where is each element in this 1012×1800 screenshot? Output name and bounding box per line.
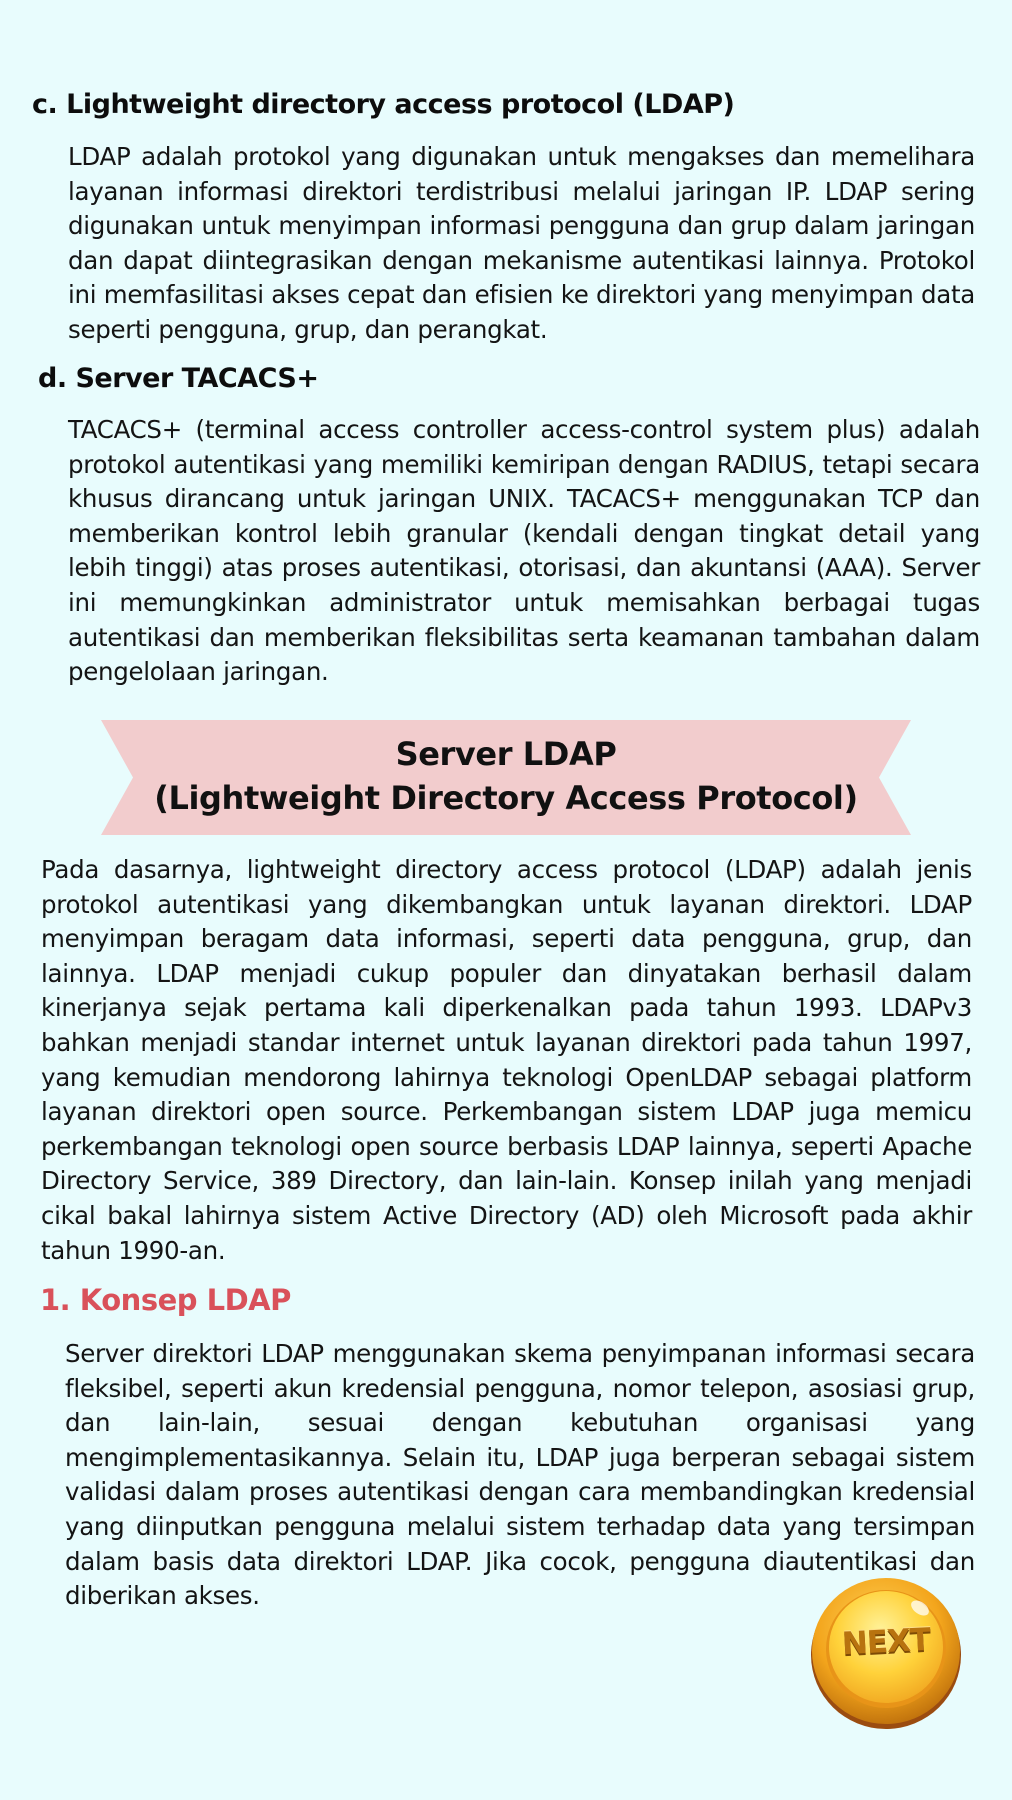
section-c-body: LDAP adalah protokol yang digunakan untu…	[68, 142, 975, 344]
konsep-body: Server direktori LDAP menggunakan skema …	[65, 1339, 975, 1611]
banner-title-line2: (Lightweight Directory Access Protocol)	[154, 779, 858, 817]
section-c-heading: c. Lightweight directory access protocol…	[32, 89, 735, 120]
banner-title-line1: Server LDAP	[395, 735, 617, 773]
section-d-body: TACACS+ (terminal access controller acce…	[68, 415, 980, 687]
konsep-heading: 1. Konsep LDAP	[40, 1283, 291, 1317]
section-d-heading: d. Server TACACS+	[38, 363, 319, 394]
banner-title: Server LDAP (Lightweight Directory Acces…	[101, 732, 911, 820]
intro-paragraph: Pada dasarnya, lightweight directory acc…	[41, 855, 972, 1265]
next-button[interactable]: NEXT	[810, 1575, 962, 1730]
page: c. Lightweight directory access protocol…	[0, 0, 1012, 1800]
title-banner: Server LDAP (Lightweight Directory Acces…	[101, 720, 911, 835]
